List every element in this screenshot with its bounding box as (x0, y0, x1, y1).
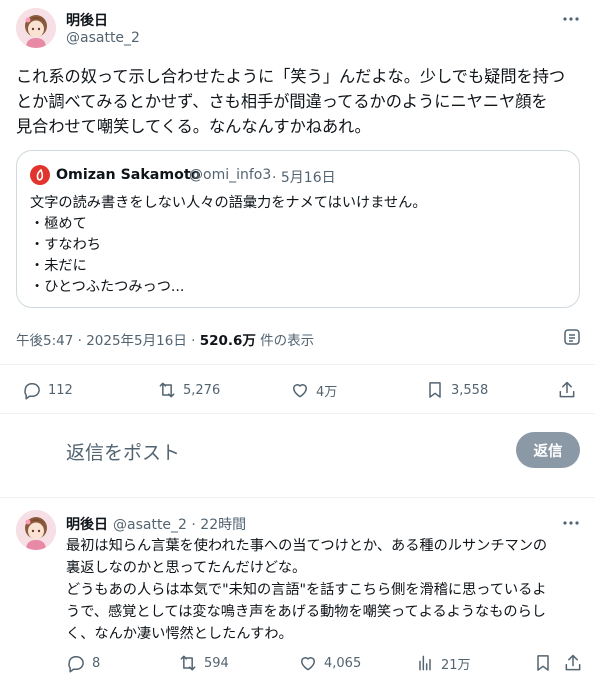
retweet-action[interactable]: 594 (178, 653, 229, 673)
retweet-icon (159, 382, 175, 398)
analytics-icon (419, 655, 431, 671)
views-count: 520.6万 (199, 333, 256, 349)
more-icon[interactable] (562, 10, 580, 31)
bookmark-icon (429, 382, 441, 398)
share-icon (559, 381, 575, 398)
quote-avatar-icon (36, 168, 44, 181)
avatar-illustration (16, 510, 56, 550)
bookmark-count: 3,558 (451, 382, 489, 398)
retweet-count: 594 (204, 655, 229, 671)
divider (0, 497, 595, 498)
like-count: 4,065 (324, 655, 362, 671)
quote-author-avatar (30, 165, 50, 185)
avatar-illustration (16, 8, 56, 48)
bookmark-icon (537, 655, 549, 671)
views-label: 件の表示 (255, 333, 315, 349)
share-icon (565, 654, 581, 671)
tweet-text-line: 見合わせて嘲笑してくる。なんなんすかねあれ。 (16, 117, 371, 136)
divider (0, 364, 595, 365)
reply-submit-button[interactable]: 返信 (516, 432, 580, 468)
tweet-text-line: これ系の奴って示し合わせたように「笑う」んだよな。少しでも疑問を持つ (16, 67, 566, 86)
reply-author-handle[interactable]: @asatte_2 · 22時間 (113, 514, 246, 534)
reply-action[interactable]: 8 (66, 653, 100, 673)
reply-text-line: うで、感覚としては変な鳴き声をあげる動物を嘲笑ってよるようなものらし (66, 604, 546, 620)
share-action[interactable] (557, 380, 577, 400)
quote-text-line: ・すなわち (30, 237, 101, 253)
bookmark-action[interactable] (533, 653, 553, 673)
reply-action[interactable]: 112 (22, 380, 73, 400)
retweet-icon (180, 655, 196, 671)
views-count: 21万 (441, 657, 471, 673)
reply-text-line: 裏返しなのかと思ってたんだけどな。 (66, 560, 307, 576)
tweet-meta: 午後5:47 · 2025年5月16日 · 520.6万 件の表示 (16, 329, 314, 349)
heart-icon (293, 384, 307, 398)
author-handle[interactable]: @asatte_2 (66, 30, 140, 46)
bookmark-action[interactable]: 3,558 (425, 380, 488, 400)
quote-author-name: Omizan Sakamoto (56, 167, 201, 183)
views-action[interactable]: 21万 (415, 653, 471, 673)
quote-text-line: ・ひとつふたつみっつ... (30, 279, 185, 295)
retweet-count: 5,276 (183, 382, 221, 398)
reply-count: 8 (92, 655, 101, 671)
heart-icon (301, 657, 315, 671)
reply-input[interactable]: 返信をポスト (66, 438, 180, 465)
quote-author-handle: @omi_info3 (189, 167, 272, 183)
quote-text-line: ・極めて (30, 216, 87, 232)
quote-date: · 5月16日 (272, 170, 336, 186)
share-action[interactable] (563, 653, 583, 673)
author-avatar[interactable] (16, 8, 56, 48)
reply-text-line: 最初は知らん言葉を使われた事への当てつけとか、ある種のルサンチマンの (66, 538, 548, 554)
quote-text-line: ・未だに (30, 258, 87, 274)
like-action[interactable]: 4,065 (298, 653, 361, 673)
reply-icon (24, 383, 40, 400)
reply-text-line: どうもあの人らは本気で"未知の言語"を話すこちら側を滑稽に思っているよ (66, 582, 547, 598)
reply-text-line: く、なんか凄い愕然としたんすわ。 (66, 626, 293, 642)
like-count: 4万 (316, 384, 338, 400)
reply-author-avatar[interactable] (16, 510, 56, 550)
more-icon[interactable] (562, 514, 580, 535)
like-action[interactable]: 4万 (290, 380, 337, 400)
translate-icon[interactable] (563, 328, 581, 350)
reply-author-name[interactable]: 明後日 (66, 514, 108, 534)
author-name[interactable]: 明後日 (66, 10, 108, 30)
retweet-action[interactable]: 5,276 (157, 380, 220, 400)
tweet-text-line: とか調べてみるとかせず、さも相手が間違ってるかのようにニヤニヤ顔を (16, 92, 548, 111)
reply-count: 112 (48, 382, 73, 398)
quote-text-line: 文字の読み書きをしない人々の語彙力をナメてはいけません。 (30, 195, 427, 211)
divider (0, 413, 595, 414)
tweet-timestamp[interactable]: 午後5:47 · 2025年5月16日 · (16, 333, 200, 349)
reply-icon (68, 656, 84, 673)
